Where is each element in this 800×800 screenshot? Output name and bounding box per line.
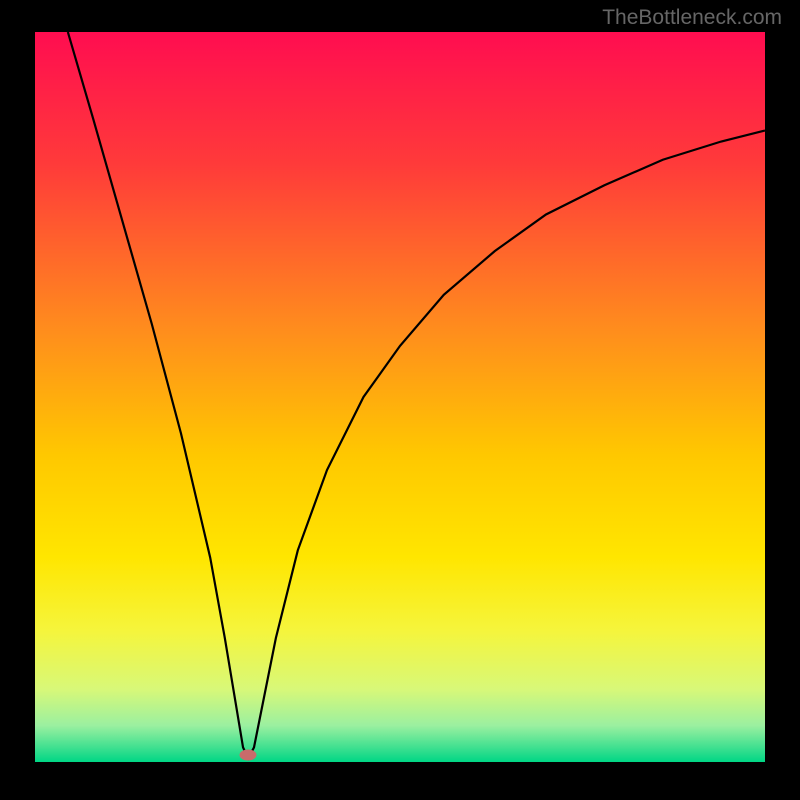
chart-frame [35, 32, 765, 762]
minimum-marker [240, 749, 257, 760]
plot-area [35, 32, 765, 762]
watermark-text: TheBottleneck.com [602, 6, 782, 30]
bottleneck-curve [35, 32, 765, 762]
